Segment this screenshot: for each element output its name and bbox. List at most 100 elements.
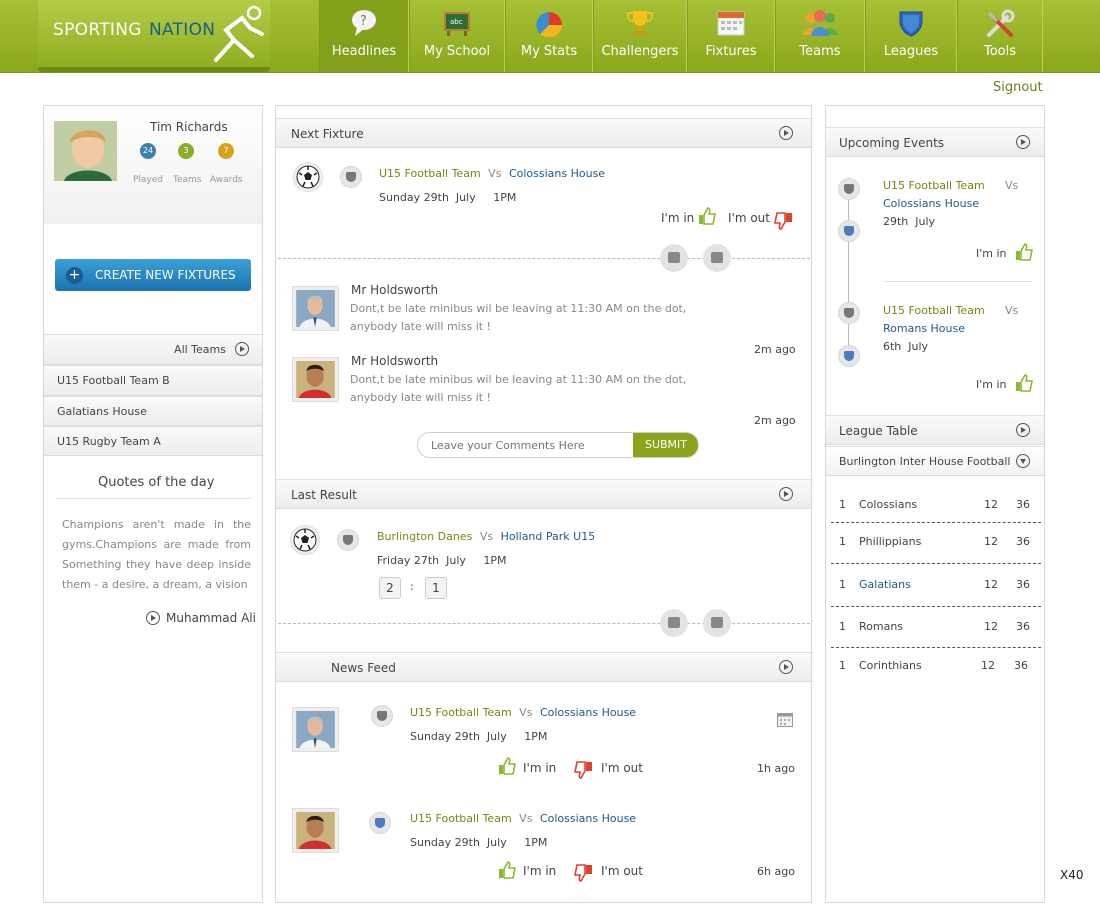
im-in-label: I'm in — [661, 211, 695, 225]
im-in-label: I'm in — [523, 761, 557, 775]
thumbs-up-icon[interactable] — [697, 207, 717, 225]
notebook-icon — [711, 617, 723, 628]
thumbs-up-icon[interactable] — [497, 861, 517, 879]
center-column: Next Fixture U15 Football Team Vs Coloss… — [275, 105, 812, 903]
away-team-link[interactable]: Colossians House — [540, 812, 636, 825]
row-played: 12 — [984, 535, 998, 548]
nav-my-stats[interactable]: My Stats — [505, 0, 593, 72]
avatar[interactable] — [54, 121, 117, 181]
calendar-icon[interactable] — [777, 712, 793, 727]
team-crest-icon — [337, 529, 359, 551]
thumbs-down-icon[interactable] — [574, 761, 594, 779]
league-select[interactable]: Burlington Inter House Football — [826, 446, 1044, 476]
team-crest-icon — [838, 178, 860, 200]
table-row[interactable]: 1 Corinthians 12 36 — [826, 659, 1044, 673]
nav-label: Headlines — [331, 44, 397, 59]
event-home-link[interactable]: U15 Football Team — [883, 179, 985, 192]
vs-label: Vs — [519, 812, 533, 825]
table-row[interactable]: 1 Galatians 12 36 — [826, 578, 1044, 592]
teams-count-badge: 3 — [178, 143, 194, 159]
team-crest-icon — [838, 220, 860, 242]
football-icon — [290, 525, 320, 555]
home-team-link[interactable]: U15 Football Team — [410, 706, 512, 719]
create-fixtures-button[interactable]: + CREATE NEW FIXTURES — [55, 259, 251, 291]
quote-author: Muhammad Ali — [166, 611, 256, 625]
away-team-link[interactable]: Holland Park U15 — [501, 530, 596, 543]
nav-fixtures[interactable]: Fixtures — [687, 0, 775, 72]
event-home-link[interactable]: U15 Football Team — [883, 304, 985, 317]
nav-challengers[interactable]: Challengers — [593, 0, 687, 72]
im-in-label: I'm in — [523, 864, 557, 878]
teams-label: Teams — [173, 175, 202, 185]
top-navigation-bar: SPORTING NATION ? Headlines abc My Schoo… — [0, 0, 1100, 73]
avatar[interactable] — [293, 287, 338, 330]
row-team: Phillippians — [859, 535, 922, 548]
team-item[interactable]: U15 Football Team B — [44, 365, 262, 396]
logo[interactable]: SPORTING NATION — [38, 0, 270, 72]
nav-leagues[interactable]: Leagues — [865, 0, 957, 72]
thumbs-down-icon[interactable] — [774, 212, 794, 230]
next-fixture-title: Next Fixture — [291, 127, 364, 141]
home-team-link[interactable]: U15 Football Team — [410, 812, 512, 825]
awards-count-badge: 7 — [218, 143, 234, 159]
league-table-header[interactable]: League Table — [826, 415, 1044, 445]
all-teams-header[interactable]: All Teams — [44, 334, 262, 365]
event-away-link[interactable]: Colossians House — [883, 197, 979, 210]
table-row[interactable]: 1 Romans 12 36 — [826, 620, 1044, 634]
comment-button[interactable] — [660, 609, 688, 637]
thumbs-up-icon[interactable] — [497, 757, 517, 775]
comment-time: 2m ago — [754, 414, 796, 427]
avatar[interactable] — [293, 809, 338, 852]
arrow-right-icon — [1016, 135, 1030, 149]
thumbs-down-icon[interactable] — [574, 864, 594, 882]
team-crest-icon — [369, 812, 391, 834]
team-item[interactable]: U15 Rugby Team A — [44, 426, 262, 456]
news-item-teams: U15 Football Team Vs Colossians House — [410, 812, 636, 825]
notes-button[interactable] — [703, 609, 731, 637]
notebook-icon — [711, 252, 723, 263]
avatar[interactable] — [293, 358, 338, 401]
row-team: Romans — [859, 620, 904, 633]
home-team-link[interactable]: Burlington Danes — [377, 530, 472, 543]
next-fixture-header[interactable]: Next Fixture — [276, 118, 811, 148]
chat-icon — [668, 252, 680, 263]
nav-my-school[interactable]: abc My School — [409, 0, 505, 72]
nav-teams[interactable]: Teams — [775, 0, 865, 72]
comment-input[interactable] — [418, 433, 632, 457]
row-team: Colossians — [859, 498, 918, 511]
upcoming-events-header[interactable]: Upcoming Events — [826, 127, 1044, 157]
away-team-link[interactable]: Colossians House — [540, 706, 636, 719]
row-position: 1 — [839, 659, 846, 672]
comment-button[interactable] — [660, 244, 688, 272]
row-team: Galatians — [859, 578, 911, 591]
home-team-link[interactable]: U15 Football Team — [379, 167, 481, 180]
table-row[interactable]: 1 Phillippians 12 36 — [826, 535, 1044, 549]
submit-button[interactable]: SUBMIT — [633, 433, 698, 457]
awards-label: Awards — [210, 175, 243, 185]
away-team-link[interactable]: Colossians House — [509, 167, 605, 180]
event-away-link[interactable]: Romans House — [883, 322, 965, 335]
comment-text: anybody late will miss it ! — [350, 320, 491, 333]
nav-headlines[interactable]: ? Headlines — [319, 0, 409, 72]
row-position: 1 — [839, 620, 846, 633]
notes-button[interactable] — [703, 244, 731, 272]
divider — [831, 606, 1041, 607]
profile-card: Tim Richards 24 3 7 Played Teams Awards — [44, 106, 262, 224]
quote-text: Champions aren't made in the gyms.Champi… — [62, 518, 251, 591]
team-crest-icon — [340, 166, 362, 188]
arrow-right-icon[interactable] — [146, 611, 160, 625]
thumbs-up-icon[interactable] — [1014, 243, 1034, 261]
league-select-value: Burlington Inter House Football — [839, 455, 1011, 468]
news-feed-header[interactable]: News Feed — [276, 652, 811, 682]
team-item[interactable]: Galatians House — [44, 396, 262, 426]
table-row[interactable]: 1 Colossians 12 36 — [826, 498, 1044, 512]
thumbs-up-icon[interactable] — [1014, 374, 1034, 392]
league-table: 1 Colossians 12 36 1 Phillippians 12 36 1 Galat… — [826, 498, 1044, 688]
avatar[interactable] — [293, 708, 338, 751]
nav-tools[interactable]: Tools — [957, 0, 1043, 72]
row-points: 36 — [1016, 578, 1030, 591]
pie-chart-icon — [536, 12, 562, 37]
last-result-header[interactable]: Last Result — [276, 479, 811, 509]
signout-link[interactable]: Signout — [993, 80, 1043, 95]
team-item-label: Galatians House — [57, 405, 147, 418]
